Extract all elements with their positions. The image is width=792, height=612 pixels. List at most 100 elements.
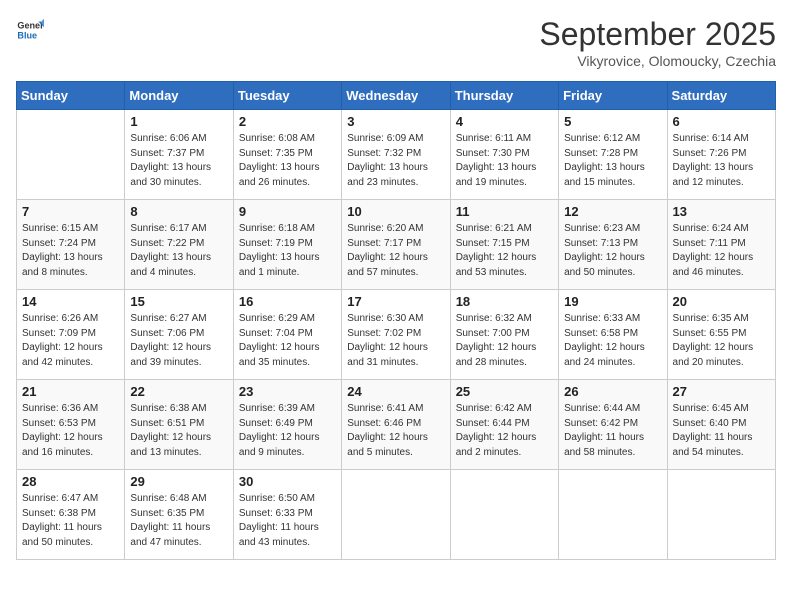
calendar-day-cell: 18Sunrise: 6:32 AMSunset: 7:00 PMDayligh…: [450, 290, 558, 380]
day-number: 12: [564, 204, 661, 219]
day-info: Sunrise: 6:44 AMSunset: 6:42 PMDaylight:…: [564, 402, 661, 460]
day-info: Sunrise: 6:12 AMSunset: 7:28 PMDaylight:…: [564, 132, 661, 190]
calendar-week-row: 1 Sunrise: 6:06 AMSunset: 7:37 PMDaylight…: [17, 110, 776, 200]
day-number: 24: [347, 384, 444, 399]
day-info: Sunrise: 6:20 AMSunset: 7:17 PMDaylight:…: [347, 222, 444, 280]
day-of-week-header: Tuesday: [233, 82, 341, 110]
calendar-day-cell: 3Sunrise: 6:09 AMSunset: 7:32 PMDaylight…: [342, 110, 450, 200]
calendar-day-cell: [17, 110, 125, 200]
calendar-day-cell: 9 Sunrise: 6:18 AMSunset: 7:19 PMDaylight…: [233, 200, 341, 290]
day-number: 23: [239, 384, 336, 399]
day-of-week-header: Sunday: [17, 82, 125, 110]
calendar-day-cell: 16 Sunrise: 6:29 AMSunset: 7:04 PMDayligh…: [233, 290, 341, 380]
day-number: 7: [22, 204, 119, 219]
day-info: Sunrise: 6:45 AMSunset: 6:40 PMDaylight:…: [673, 402, 770, 460]
calendar-day-cell: 6 Sunrise: 6:14 AMSunset: 7:26 PMDaylight…: [667, 110, 775, 200]
day-info: Sunrise: 6:08 AMSunset: 7:35 PMDaylight:…: [239, 132, 336, 190]
calendar-day-cell: 12 Sunrise: 6:23 AMSunset: 7:13 PMDayligh…: [559, 200, 667, 290]
day-info: Sunrise: 6:24 AMSunset: 7:11 PMDaylight:…: [673, 222, 770, 280]
day-number: 9: [239, 204, 336, 219]
day-of-week-header: Monday: [125, 82, 233, 110]
svg-text:Blue: Blue: [17, 30, 37, 40]
day-info: Sunrise: 6:36 AMSunset: 6:53 PMDaylight:…: [22, 402, 119, 460]
calendar-week-row: 21 Sunrise: 6:36 AMSunset: 6:53 PMDayligh…: [17, 380, 776, 470]
calendar-day-cell: 29Sunrise: 6:48 AMSunset: 6:35 PMDayligh…: [125, 470, 233, 560]
day-number: 20: [673, 294, 770, 309]
day-info: Sunrise: 6:38 AMSunset: 6:51 PMDaylight:…: [130, 402, 227, 460]
day-number: 2: [239, 114, 336, 129]
day-info: Sunrise: 6:29 AMSunset: 7:04 PMDaylight:…: [239, 312, 336, 370]
calendar-day-cell: 8 Sunrise: 6:17 AMSunset: 7:22 PMDaylight…: [125, 200, 233, 290]
day-number: 29: [130, 474, 227, 489]
calendar-day-cell: 4 Sunrise: 6:11 AMSunset: 7:30 PMDaylight…: [450, 110, 558, 200]
calendar-day-cell: 10 Sunrise: 6:20 AMSunset: 7:17 PMDayligh…: [342, 200, 450, 290]
calendar-day-cell: 20 Sunrise: 6:35 AMSunset: 6:55 PMDayligh…: [667, 290, 775, 380]
day-of-week-header: Wednesday: [342, 82, 450, 110]
day-number: 30: [239, 474, 336, 489]
calendar-day-cell: 21 Sunrise: 6:36 AMSunset: 6:53 PMDayligh…: [17, 380, 125, 470]
calendar-day-cell: 2 Sunrise: 6:08 AMSunset: 7:35 PMDaylight…: [233, 110, 341, 200]
day-number: 4: [456, 114, 553, 129]
day-info: Sunrise: 6:17 AMSunset: 7:22 PMDaylight:…: [130, 222, 227, 280]
day-number: 11: [456, 204, 553, 219]
day-info: Sunrise: 6:39 AMSunset: 6:49 PMDaylight:…: [239, 402, 336, 460]
calendar-day-cell: [342, 470, 450, 560]
calendar-day-cell: [559, 470, 667, 560]
day-number: 16: [239, 294, 336, 309]
day-info: Sunrise: 6:50 AMSunset: 6:33 PMDaylight:…: [239, 492, 336, 550]
day-info: Sunrise: 6:47 AMSunset: 6:38 PMDaylight:…: [22, 492, 119, 550]
calendar-day-cell: 14Sunrise: 6:26 AMSunset: 7:09 PMDayligh…: [17, 290, 125, 380]
day-number: 10: [347, 204, 444, 219]
calendar-day-cell: 7 Sunrise: 6:15 AMSunset: 7:24 PMDaylight…: [17, 200, 125, 290]
day-info: Sunrise: 6:30 AMSunset: 7:02 PMDaylight:…: [347, 312, 444, 370]
page-header: General Blue September 2025 Vikyrovice, …: [16, 16, 776, 69]
calendar-day-cell: 24 Sunrise: 6:41 AMSunset: 6:46 PMDayligh…: [342, 380, 450, 470]
day-number: 14: [22, 294, 119, 309]
day-number: 6: [673, 114, 770, 129]
general-blue-logo-icon: General Blue: [16, 16, 44, 44]
day-number: 8: [130, 204, 227, 219]
day-number: 25: [456, 384, 553, 399]
calendar-week-row: 7 Sunrise: 6:15 AMSunset: 7:24 PMDaylight…: [17, 200, 776, 290]
day-info: Sunrise: 6:18 AMSunset: 7:19 PMDaylight:…: [239, 222, 336, 280]
day-number: 5: [564, 114, 661, 129]
day-info: Sunrise: 6:06 AMSunset: 7:37 PMDaylight:…: [130, 132, 227, 190]
calendar-day-cell: 25 Sunrise: 6:42 AMSunset: 6:44 PMDayligh…: [450, 380, 558, 470]
day-number: 21: [22, 384, 119, 399]
calendar-day-cell: 27Sunrise: 6:45 AMSunset: 6:40 PMDayligh…: [667, 380, 775, 470]
day-number: 13: [673, 204, 770, 219]
month-title: September 2025: [539, 16, 776, 53]
day-number: 19: [564, 294, 661, 309]
title-block: September 2025 Vikyrovice, Olomoucky, Cz…: [539, 16, 776, 69]
calendar-day-cell: 5 Sunrise: 6:12 AMSunset: 7:28 PMDaylight…: [559, 110, 667, 200]
day-number: 26: [564, 384, 661, 399]
day-info: Sunrise: 6:11 AMSunset: 7:30 PMDaylight:…: [456, 132, 553, 190]
calendar-day-cell: 13 Sunrise: 6:24 AMSunset: 7:11 PMDayligh…: [667, 200, 775, 290]
day-info: Sunrise: 6:41 AMSunset: 6:46 PMDaylight:…: [347, 402, 444, 460]
day-number: 1: [130, 114, 227, 129]
calendar-header-row: SundayMondayTuesdayWednesdayThursdayFrid…: [17, 82, 776, 110]
calendar-week-row: 14Sunrise: 6:26 AMSunset: 7:09 PMDayligh…: [17, 290, 776, 380]
day-number: 18: [456, 294, 553, 309]
logo: General Blue: [16, 16, 44, 44]
day-info: Sunrise: 6:27 AMSunset: 7:06 PMDaylight:…: [130, 312, 227, 370]
calendar-day-cell: 1 Sunrise: 6:06 AMSunset: 7:37 PMDaylight…: [125, 110, 233, 200]
day-of-week-header: Friday: [559, 82, 667, 110]
day-number: 15: [130, 294, 227, 309]
day-info: Sunrise: 6:23 AMSunset: 7:13 PMDaylight:…: [564, 222, 661, 280]
day-info: Sunrise: 6:21 AMSunset: 7:15 PMDaylight:…: [456, 222, 553, 280]
calendar-day-cell: [450, 470, 558, 560]
calendar-day-cell: 30 Sunrise: 6:50 AMSunset: 6:33 PMDayligh…: [233, 470, 341, 560]
day-info: Sunrise: 6:15 AMSunset: 7:24 PMDaylight:…: [22, 222, 119, 280]
day-info: Sunrise: 6:35 AMSunset: 6:55 PMDaylight:…: [673, 312, 770, 370]
day-info: Sunrise: 6:14 AMSunset: 7:26 PMDaylight:…: [673, 132, 770, 190]
day-info: Sunrise: 6:33 AMSunset: 6:58 PMDaylight:…: [564, 312, 661, 370]
calendar-day-cell: [667, 470, 775, 560]
calendar-day-cell: 28Sunrise: 6:47 AMSunset: 6:38 PMDayligh…: [17, 470, 125, 560]
calendar-table: SundayMondayTuesdayWednesdayThursdayFrid…: [16, 81, 776, 560]
calendar-day-cell: 17Sunrise: 6:30 AMSunset: 7:02 PMDayligh…: [342, 290, 450, 380]
location: Vikyrovice, Olomoucky, Czechia: [539, 53, 776, 69]
day-info: Sunrise: 6:42 AMSunset: 6:44 PMDaylight:…: [456, 402, 553, 460]
calendar-day-cell: 23 Sunrise: 6:39 AMSunset: 6:49 PMDayligh…: [233, 380, 341, 470]
day-number: 22: [130, 384, 227, 399]
